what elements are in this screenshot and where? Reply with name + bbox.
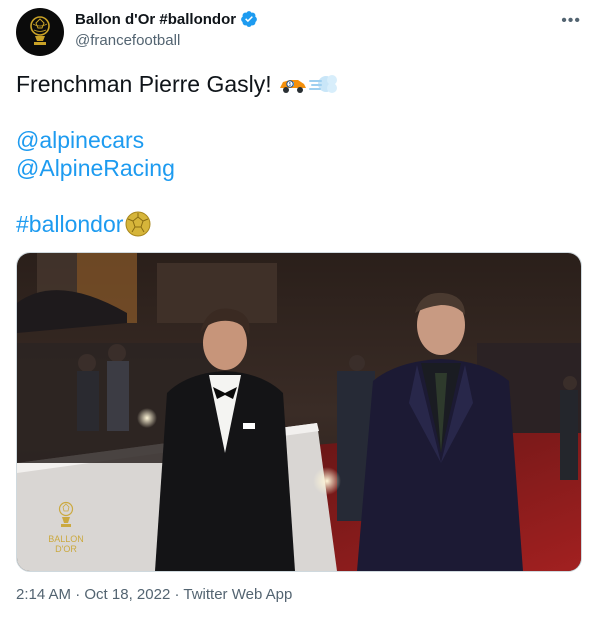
mention-link-alpineracing[interactable]: @AlpineRacing — [16, 154, 175, 182]
tweet-header: Ballon d'Or #ballondor @francefootball — [75, 10, 258, 49]
dash-emoji-icon — [308, 75, 337, 93]
verified-badge-icon — [241, 11, 257, 27]
tweet-date[interactable]: Oct 18, 2022 — [84, 586, 170, 603]
display-name[interactable]: Ballon d'Or #ballondor — [75, 11, 236, 28]
hashtag-link[interactable]: #ballondor — [16, 210, 123, 238]
video-media[interactable]: BALLON D'OR — [16, 252, 582, 572]
meta-separator: · — [174, 586, 180, 603]
video-frame — [17, 253, 581, 571]
tweet-source[interactable]: Twitter Web App — [183, 586, 292, 603]
watermark-line1: BALLON — [48, 534, 84, 544]
tweet-text: Frenchman Pierre Gasly! 5 @alpinecars @A… — [16, 70, 576, 238]
mention-link-alpinecars[interactable]: @alpinecars — [16, 126, 144, 154]
tweet-time[interactable]: 2:14 AM — [16, 586, 71, 603]
tweet-meta: 2:14 AM · Oct 18, 2022 · Twitter Web App — [16, 586, 292, 603]
tweet-text-line: Frenchman Pierre Gasly! — [16, 71, 272, 97]
meta-separator: · — [75, 586, 81, 603]
svg-text:5: 5 — [288, 82, 291, 88]
avatar[interactable] — [16, 8, 64, 56]
ballon-dor-logo-icon — [30, 16, 50, 45]
watermark-line2: D'OR — [55, 544, 77, 554]
ballon-dor-watermark: BALLON D'OR — [43, 501, 89, 554]
ballon-dor-watermark-icon — [58, 501, 74, 527]
user-handle[interactable]: @francefootball — [75, 32, 258, 49]
race-car-emoji-icon: 5 — [279, 80, 306, 93]
soccer-ball-emoji-icon — [125, 211, 151, 237]
more-options-icon[interactable]: ••• — [561, 12, 581, 30]
